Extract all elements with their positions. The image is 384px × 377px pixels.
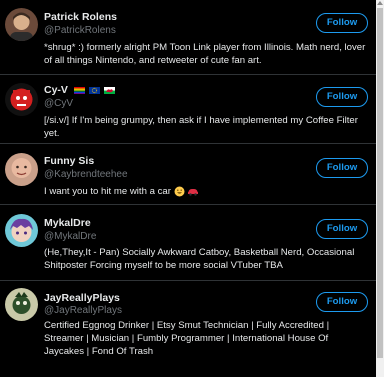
- user-handle[interactable]: @Kaybrendteehee: [44, 169, 128, 180]
- user-row[interactable]: Funny Sis @Kaybrendteehee Follow I want …: [0, 144, 376, 205]
- user-bio: *shrug* :) formerly alright PM Toon Link…: [44, 42, 366, 66]
- follow-button[interactable]: Follow: [316, 13, 368, 33]
- user-handle[interactable]: @JayReallyPlays: [44, 305, 122, 316]
- user-handle[interactable]: @CyV: [44, 98, 73, 109]
- follow-suggestions-list: Patrick Rolens @PatrickRolens Follow *sh…: [0, 0, 376, 377]
- avatar-image: [5, 8, 38, 41]
- avatar[interactable]: [5, 83, 38, 116]
- wales-flag-icon: [103, 86, 115, 94]
- avatar[interactable]: [5, 288, 38, 321]
- car-icon: [188, 188, 199, 196]
- eu-flag-icon: [88, 86, 100, 94]
- display-name[interactable]: Cy-V: [44, 84, 68, 96]
- display-name[interactable]: Patrick Rolens: [44, 11, 117, 23]
- avatar-image: [5, 153, 38, 186]
- follow-button[interactable]: Follow: [316, 292, 368, 312]
- avatar[interactable]: [5, 8, 38, 41]
- user-row[interactable]: JayReallyPlays @JayReallyPlays Follow Ce…: [0, 281, 376, 377]
- follow-button[interactable]: Follow: [316, 87, 368, 107]
- display-name[interactable]: JayReallyPlays: [44, 292, 120, 304]
- display-name-group[interactable]: Cy-V: [44, 84, 116, 96]
- grinning-face-icon: [174, 186, 185, 197]
- user-bio: (He,They,It - Pan) Socially Awkward Catb…: [44, 247, 355, 271]
- avatar-image: [5, 288, 38, 321]
- user-bio: Certified Eggnog Drinker | Etsy Smut Tec…: [44, 320, 330, 357]
- user-row[interactable]: Cy-V @CyV Follow [/si.v/] If I'm being g…: [0, 75, 376, 144]
- user-bio: [/si.v/] If I'm being grumpy, then ask i…: [44, 115, 358, 139]
- user-handle[interactable]: @MykalDre: [44, 231, 96, 242]
- user-row[interactable]: MykalDre @MykalDre Follow (He,They,It - …: [0, 205, 376, 281]
- user-bio: I want you to hit me with a car: [44, 186, 171, 197]
- user-bio-group: I want you to hit me with a car: [44, 185, 370, 198]
- follow-button[interactable]: Follow: [316, 158, 368, 178]
- vertical-scrollbar[interactable]: [376, 0, 384, 377]
- display-name[interactable]: Funny Sis: [44, 155, 94, 167]
- follow-button[interactable]: Follow: [316, 219, 368, 239]
- user-row[interactable]: Patrick Rolens @PatrickRolens Follow *sh…: [0, 0, 376, 75]
- display-name[interactable]: MykalDre: [44, 217, 91, 229]
- user-handle[interactable]: @PatrickRolens: [44, 25, 116, 36]
- avatar-image: [5, 83, 38, 116]
- avatar[interactable]: [5, 153, 38, 186]
- name-flags: [73, 84, 116, 96]
- scroll-up-arrow-icon[interactable]: [377, 1, 383, 5]
- scroll-thumb[interactable]: [377, 8, 383, 358]
- avatar[interactable]: [5, 214, 38, 247]
- avatar-image: [5, 214, 38, 247]
- rainbow-flag-icon: [73, 86, 85, 94]
